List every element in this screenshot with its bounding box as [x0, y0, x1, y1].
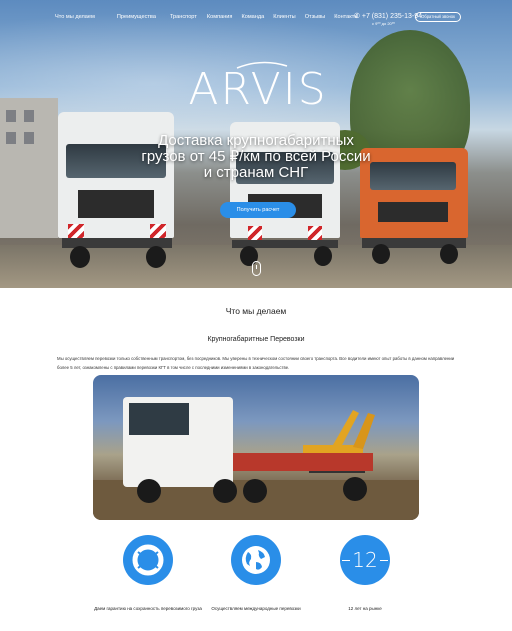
truck-windshield [129, 403, 189, 435]
trailer-image [213, 453, 373, 471]
phone-number[interactable]: ✆ +7 (831) 235-13-94 [354, 12, 422, 20]
wheel [243, 479, 267, 503]
nav-item-transport[interactable]: Транспорт [170, 14, 197, 20]
feature-international: Осуществляем международные перевозки [201, 535, 311, 612]
nav-item-company[interactable]: Компания [207, 14, 233, 20]
callback-button[interactable]: Обратный звонок [415, 12, 461, 22]
years-number: 12 [352, 548, 378, 572]
get-quote-button[interactable]: Получить расчет [220, 202, 296, 218]
phone-icon: ✆ [354, 13, 360, 20]
hero-section: Что мы делаем Преимущества Транспорт Ком… [0, 0, 512, 288]
site-header: Что мы делаем Преимущества Транспорт Ком… [0, 0, 512, 36]
site-logo[interactable]: ARVIS [188, 64, 328, 115]
wheel [213, 479, 237, 503]
feature-years: 12 12 лет на рынке [310, 535, 420, 612]
scroll-down-icon[interactable] [252, 261, 261, 276]
feature-label: 12 лет на рынке [348, 606, 382, 611]
hero-headline: Доставка крупногабаритных грузов от 45 ₽… [141, 132, 371, 181]
phone-text: +7 (831) 235-13-94 [361, 13, 423, 20]
globe-icon [231, 535, 281, 585]
nav-item-advantages[interactable]: Преимущества [117, 14, 156, 20]
section-title: Что мы делаем [225, 306, 287, 316]
wheel [137, 479, 161, 503]
features-row: Даем гарантию на сохранность перевозимог… [0, 533, 512, 631]
nav-item-reviews[interactable]: Отзывы [305, 14, 326, 20]
working-hours: с 9⁰⁰ до 20⁰⁰ [372, 21, 395, 26]
wheel [343, 477, 367, 501]
service-photo [93, 375, 419, 520]
feature-label: Даем гарантию на сохранность перевозимог… [94, 606, 202, 611]
truck-image [360, 148, 470, 268]
feature-label: Осуществляем международные перевозки [211, 606, 301, 611]
service-description: Мы осуществляем перевозки только собстве… [57, 356, 455, 370]
service-subtitle: Крупногабаритные Перевозки [207, 336, 305, 343]
building [0, 98, 58, 238]
main-nav: Что мы делаем Преимущества Транспорт Ком… [55, 14, 358, 20]
nav-item-team[interactable]: Команда [241, 14, 264, 20]
nav-item-services[interactable]: Что мы делаем [55, 14, 95, 20]
lifebuoy-icon [123, 535, 173, 585]
nav-item-clients[interactable]: Клиенты [273, 14, 295, 20]
feature-guarantee: Даем гарантию на сохранность перевозимог… [93, 535, 203, 612]
years-badge: 12 [340, 535, 390, 585]
